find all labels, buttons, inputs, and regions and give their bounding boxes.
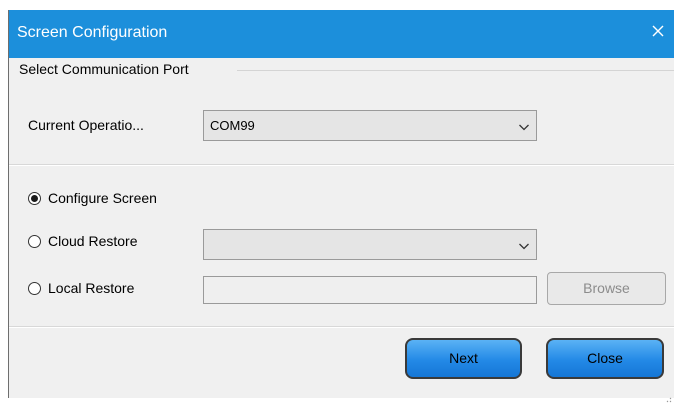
dialog-title: Screen Configuration (17, 24, 168, 41)
resize-grip-icon[interactable] (666, 390, 672, 403)
browse-button[interactable]: Browse (547, 272, 666, 305)
configure-screen-label: Configure Screen (48, 190, 157, 206)
title-bar[interactable]: Screen Configuration (9, 10, 674, 58)
current-operation-dropdown[interactable]: COM99 (203, 110, 537, 141)
chevron-down-icon (518, 239, 530, 251)
current-operation-value: COM99 (210, 118, 255, 133)
local-restore-label: Local Restore (48, 280, 135, 296)
radio-checked-icon (28, 192, 41, 205)
close-button[interactable]: Close (546, 338, 664, 379)
cloud-restore-dropdown[interactable] (203, 229, 537, 260)
current-operation-label: Current Operatio... (28, 117, 144, 133)
next-button[interactable]: Next (405, 338, 522, 379)
screen-configuration-dialog: Screen Configuration Select Communicatio… (8, 10, 674, 403)
section-divider-highlight (9, 165, 674, 166)
group-divider (237, 70, 674, 71)
close-icon[interactable] (649, 22, 667, 40)
chevron-down-icon (518, 120, 530, 132)
radio-unchecked-icon (28, 235, 41, 248)
communication-port-group-label: Select Communication Port (19, 61, 189, 77)
cloud-restore-label: Cloud Restore (48, 233, 138, 249)
footer-divider-highlight (9, 327, 674, 328)
local-restore-path-field[interactable] (203, 276, 537, 304)
radio-unchecked-icon (28, 282, 41, 295)
